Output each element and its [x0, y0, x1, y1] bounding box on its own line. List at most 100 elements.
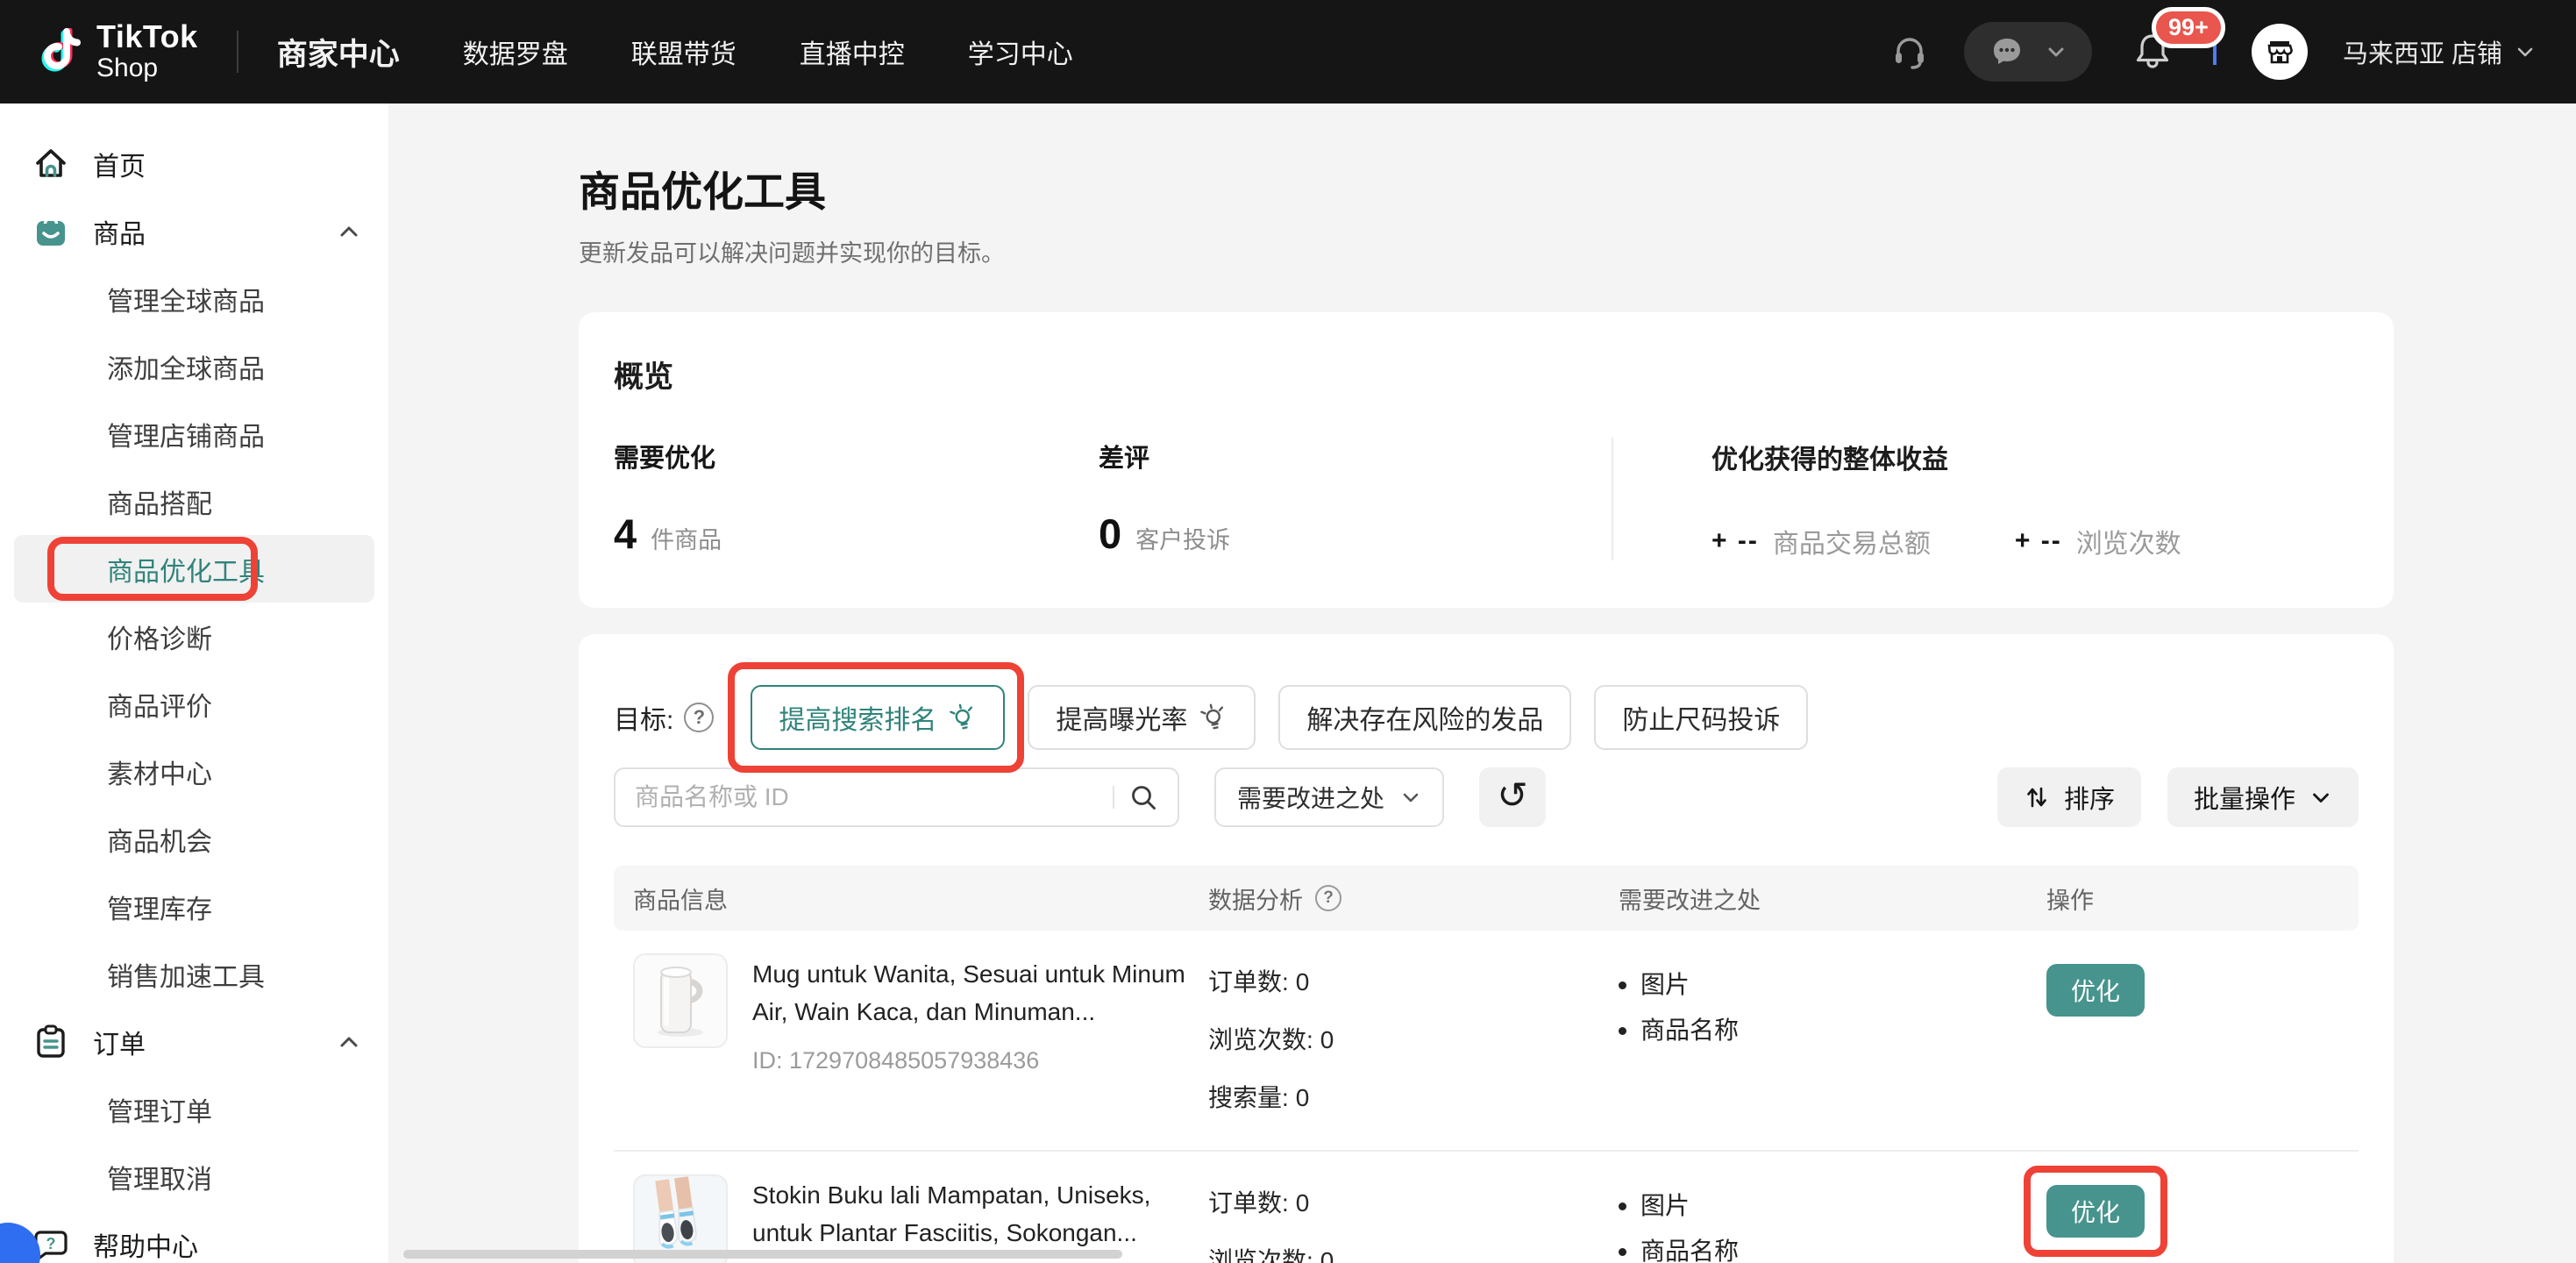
- sidebar-group-orders[interactable]: 订单: [0, 1008, 388, 1075]
- lightbulb-icon: [1199, 703, 1228, 731]
- clipboard-icon: [32, 1023, 70, 1061]
- header-nav: 商家中心 数据罗盘 联盟带货 直播中控 学习中心: [277, 30, 1073, 75]
- actions-cell: 优化: [2024, 953, 2359, 1017]
- benefit-gmv: + -- 商品交易总额: [1711, 522, 1931, 560]
- bulk-label: 批量操作: [2194, 779, 2295, 816]
- benefit-label: 浏览次数: [2076, 522, 2181, 560]
- table-header: 商品信息 数据分析 ? 需要改进之处 操作: [614, 866, 2359, 931]
- sidebar-item-manage-shop-products[interactable]: 管理店铺商品: [0, 400, 388, 467]
- improvement-item: 商品名称: [1619, 1008, 2024, 1053]
- goal-label: 解决存在风险的发品: [1306, 698, 1543, 737]
- sidebar-item-product-reviews[interactable]: 商品评价: [0, 670, 388, 738]
- optimizer-card: 目标: ? 提高搜索排名 提高曝光率: [579, 634, 2394, 1263]
- sidebar-item-label: 管理订单: [107, 1090, 362, 1129]
- product-title: Mug untuk Wanita, Sesuai untuk Minum Air…: [752, 955, 1192, 1031]
- filter-row: 需要改进之处 ↺ 排序 批量操作: [614, 767, 2359, 827]
- headset-support-icon[interactable]: [1890, 32, 1929, 71]
- page-subtitle: 更新发品可以解决问题并实现你的目标。: [579, 234, 2394, 268]
- sidebar-item-label: 管理库存: [107, 888, 362, 926]
- metric-need-optimize: 需要优化 4 件商品: [614, 438, 1099, 560]
- nav-live-console[interactable]: 直播中控: [800, 32, 905, 71]
- sidebar-item-manage-cancellations[interactable]: 管理取消: [0, 1143, 388, 1210]
- horizontal-scrollbar[interactable]: [403, 1250, 1122, 1259]
- bag-icon: [32, 212, 70, 251]
- notifications-button[interactable]: 99+: [2132, 30, 2173, 75]
- analytics-cell: 订单数:0 浏览次数:0 搜索量:0: [1192, 953, 1603, 1127]
- sidebar-item-label: 价格诊断: [107, 617, 362, 656]
- sidebar-item-home[interactable]: 首页: [0, 130, 388, 197]
- sidebar-item-manage-inventory[interactable]: 管理库存: [0, 873, 388, 940]
- chevron-down-icon: [2515, 41, 2536, 62]
- bulk-actions-button[interactable]: 批量操作: [2167, 767, 2359, 827]
- improvements-cell: 图片 商品名称: [1603, 953, 2024, 1053]
- goal-label: 防止尺码投诉: [1622, 698, 1780, 737]
- sidebar-group-products[interactable]: 商品: [0, 197, 388, 265]
- column-actions: 操作: [2024, 881, 2359, 916]
- goal-prevent-size-complaints[interactable]: 防止尺码投诉: [1594, 685, 1808, 750]
- products-table: 商品信息 数据分析 ? 需要改进之处 操作: [614, 866, 2359, 1263]
- sidebar-item-product-bundles[interactable]: 商品搭配: [0, 467, 388, 535]
- sidebar-item-help-center[interactable]: ? 帮助中心: [0, 1210, 388, 1263]
- sidebar-item-label: 素材中心: [107, 753, 362, 791]
- chevron-up-icon[interactable]: [336, 1029, 362, 1055]
- question-circle-icon[interactable]: ?: [1315, 885, 1341, 911]
- sidebar-item-product-opportunities[interactable]: 商品机会: [0, 805, 388, 873]
- vertical-divider: [1612, 438, 1613, 560]
- stat-views: 浏览次数:0: [1208, 1011, 1603, 1069]
- main-content: 商品优化工具 更新发品可以解决问题并实现你的目标。 概览 需要优化 4 件商品 …: [388, 103, 2576, 1263]
- lightbulb-icon: [949, 703, 977, 731]
- tiktok-shop-logo[interactable]: TikTok Shop: [40, 20, 198, 82]
- sidebar-item-label: 管理全球商品: [107, 280, 362, 318]
- bullet-dot: [1619, 1202, 1626, 1210]
- goal-resolve-risky-listings[interactable]: 解决存在风险的发品: [1278, 685, 1571, 750]
- chevron-down-icon: [1400, 787, 1421, 808]
- sidebar-item-price-diagnosis[interactable]: 价格诊断: [0, 603, 388, 670]
- nav-data-compass[interactable]: 数据罗盘: [463, 32, 568, 71]
- improvement-item: 商品名称: [1619, 1229, 2024, 1263]
- sidebar-item-manage-global-products[interactable]: 管理全球商品: [0, 265, 388, 332]
- metric-unit: 件商品: [651, 521, 722, 555]
- message-center-button[interactable]: [1964, 22, 2092, 82]
- stat-orders: 订单数:0: [1208, 1174, 1603, 1232]
- search-icon[interactable]: [1128, 782, 1158, 812]
- nav-affiliate[interactable]: 联盟带货: [631, 32, 737, 71]
- sidebar-item-asset-center[interactable]: 素材中心: [0, 738, 388, 805]
- search-input[interactable]: [635, 783, 1113, 811]
- sidebar-item-product-optimizer[interactable]: 商品优化工具: [14, 535, 374, 603]
- chevron-down-icon: [2309, 786, 2332, 809]
- optimize-button[interactable]: 优化: [2046, 1185, 2145, 1238]
- chevron-down-icon: [2045, 40, 2067, 63]
- shop-selector[interactable]: 马来西亚 店铺: [2343, 33, 2536, 70]
- improvement-filter-dropdown[interactable]: 需要改进之处: [1214, 767, 1444, 827]
- help-circle-icon[interactable]: ?: [684, 703, 714, 732]
- product-cell: Mug untuk Wanita, Sesuai untuk Minum Air…: [614, 953, 1192, 1074]
- column-product-info: 商品信息: [614, 881, 1192, 916]
- nav-seller-center[interactable]: 商家中心: [277, 30, 400, 75]
- benefit-label: 商品交易总额: [1773, 522, 1931, 560]
- product-title: Stokin Buku lali Mampatan, Uniseks, untu…: [752, 1176, 1192, 1252]
- sidebar-item-label: 商品搭配: [107, 482, 362, 521]
- sidebar-item-sales-accelerator[interactable]: 销售加速工具: [0, 940, 388, 1008]
- goals-row: 目标: ? 提高搜索排名 提高曝光率: [614, 685, 2359, 750]
- goal-improve-exposure[interactable]: 提高曝光率: [1028, 685, 1256, 750]
- goals-label: 目标: ?: [614, 698, 714, 737]
- bullet-dot: [1619, 981, 1626, 989]
- goal-improve-search-ranking[interactable]: 提高搜索排名: [751, 685, 1005, 750]
- sort-icon: [2024, 784, 2050, 810]
- optimize-button[interactable]: 优化: [2046, 964, 2145, 1017]
- reset-refresh-button[interactable]: ↺: [1479, 767, 1546, 827]
- benefit-block: 优化获得的整体收益 + -- 商品交易总额 + -- 浏览次数: [1711, 438, 2181, 560]
- overview-title: 概览: [614, 353, 2359, 396]
- sidebar-item-label: 商品机会: [107, 820, 362, 859]
- shop-name: 马来西亚 店铺: [2343, 33, 2502, 70]
- sidebar-item-manage-orders[interactable]: 管理订单: [0, 1075, 388, 1143]
- shop-avatar[interactable]: [2252, 24, 2308, 80]
- chevron-up-icon[interactable]: [336, 218, 362, 245]
- sort-button[interactable]: 排序: [1997, 767, 2141, 827]
- sidebar-item-label: 商品优化工具: [107, 550, 348, 589]
- sidebar-item-label: 首页: [93, 145, 362, 183]
- nav-learning-center[interactable]: 学习中心: [968, 32, 1073, 71]
- stat-searches: 搜索量:0: [1208, 1069, 1603, 1127]
- store-icon: [2264, 36, 2295, 68]
- sidebar-item-add-global-products[interactable]: 添加全球商品: [0, 332, 388, 400]
